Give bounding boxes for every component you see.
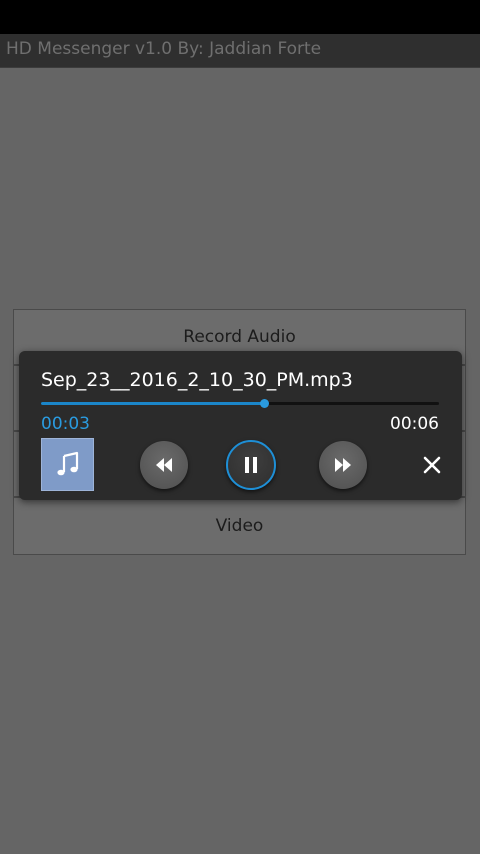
- track-file-name: Sep_23__2016_2_10_30_PM.mp3: [41, 369, 353, 391]
- record-audio-label: Record Audio: [183, 327, 296, 347]
- elapsed-time: 00:03: [41, 414, 90, 434]
- pause-icon: [245, 457, 257, 473]
- fast-forward-button[interactable]: [319, 441, 367, 489]
- seek-bar-progress: [41, 402, 264, 405]
- rewind-icon: [156, 458, 172, 472]
- music-note-icon: [56, 451, 78, 475]
- rewind-button[interactable]: [140, 441, 188, 489]
- total-time: 00:06: [390, 414, 439, 434]
- video-button[interactable]: Video: [13, 497, 466, 555]
- seek-bar[interactable]: [41, 399, 439, 408]
- close-player-button[interactable]: [419, 452, 445, 478]
- video-label: Video: [215, 516, 264, 536]
- fast-forward-icon: [335, 458, 351, 472]
- pause-button[interactable]: [226, 440, 276, 490]
- album-art: [41, 438, 94, 491]
- seek-bar-thumb[interactable]: [259, 399, 269, 408]
- status-bar: [0, 0, 480, 34]
- close-icon: [423, 456, 441, 474]
- app-title-bar: HD Messenger v1.0 By: Jaddian Forte: [0, 34, 480, 68]
- audio-player-popup: Sep_23__2016_2_10_30_PM.mp3 00:03 00:06: [19, 351, 462, 500]
- app-title: HD Messenger v1.0 By: Jaddian Forte: [6, 39, 322, 59]
